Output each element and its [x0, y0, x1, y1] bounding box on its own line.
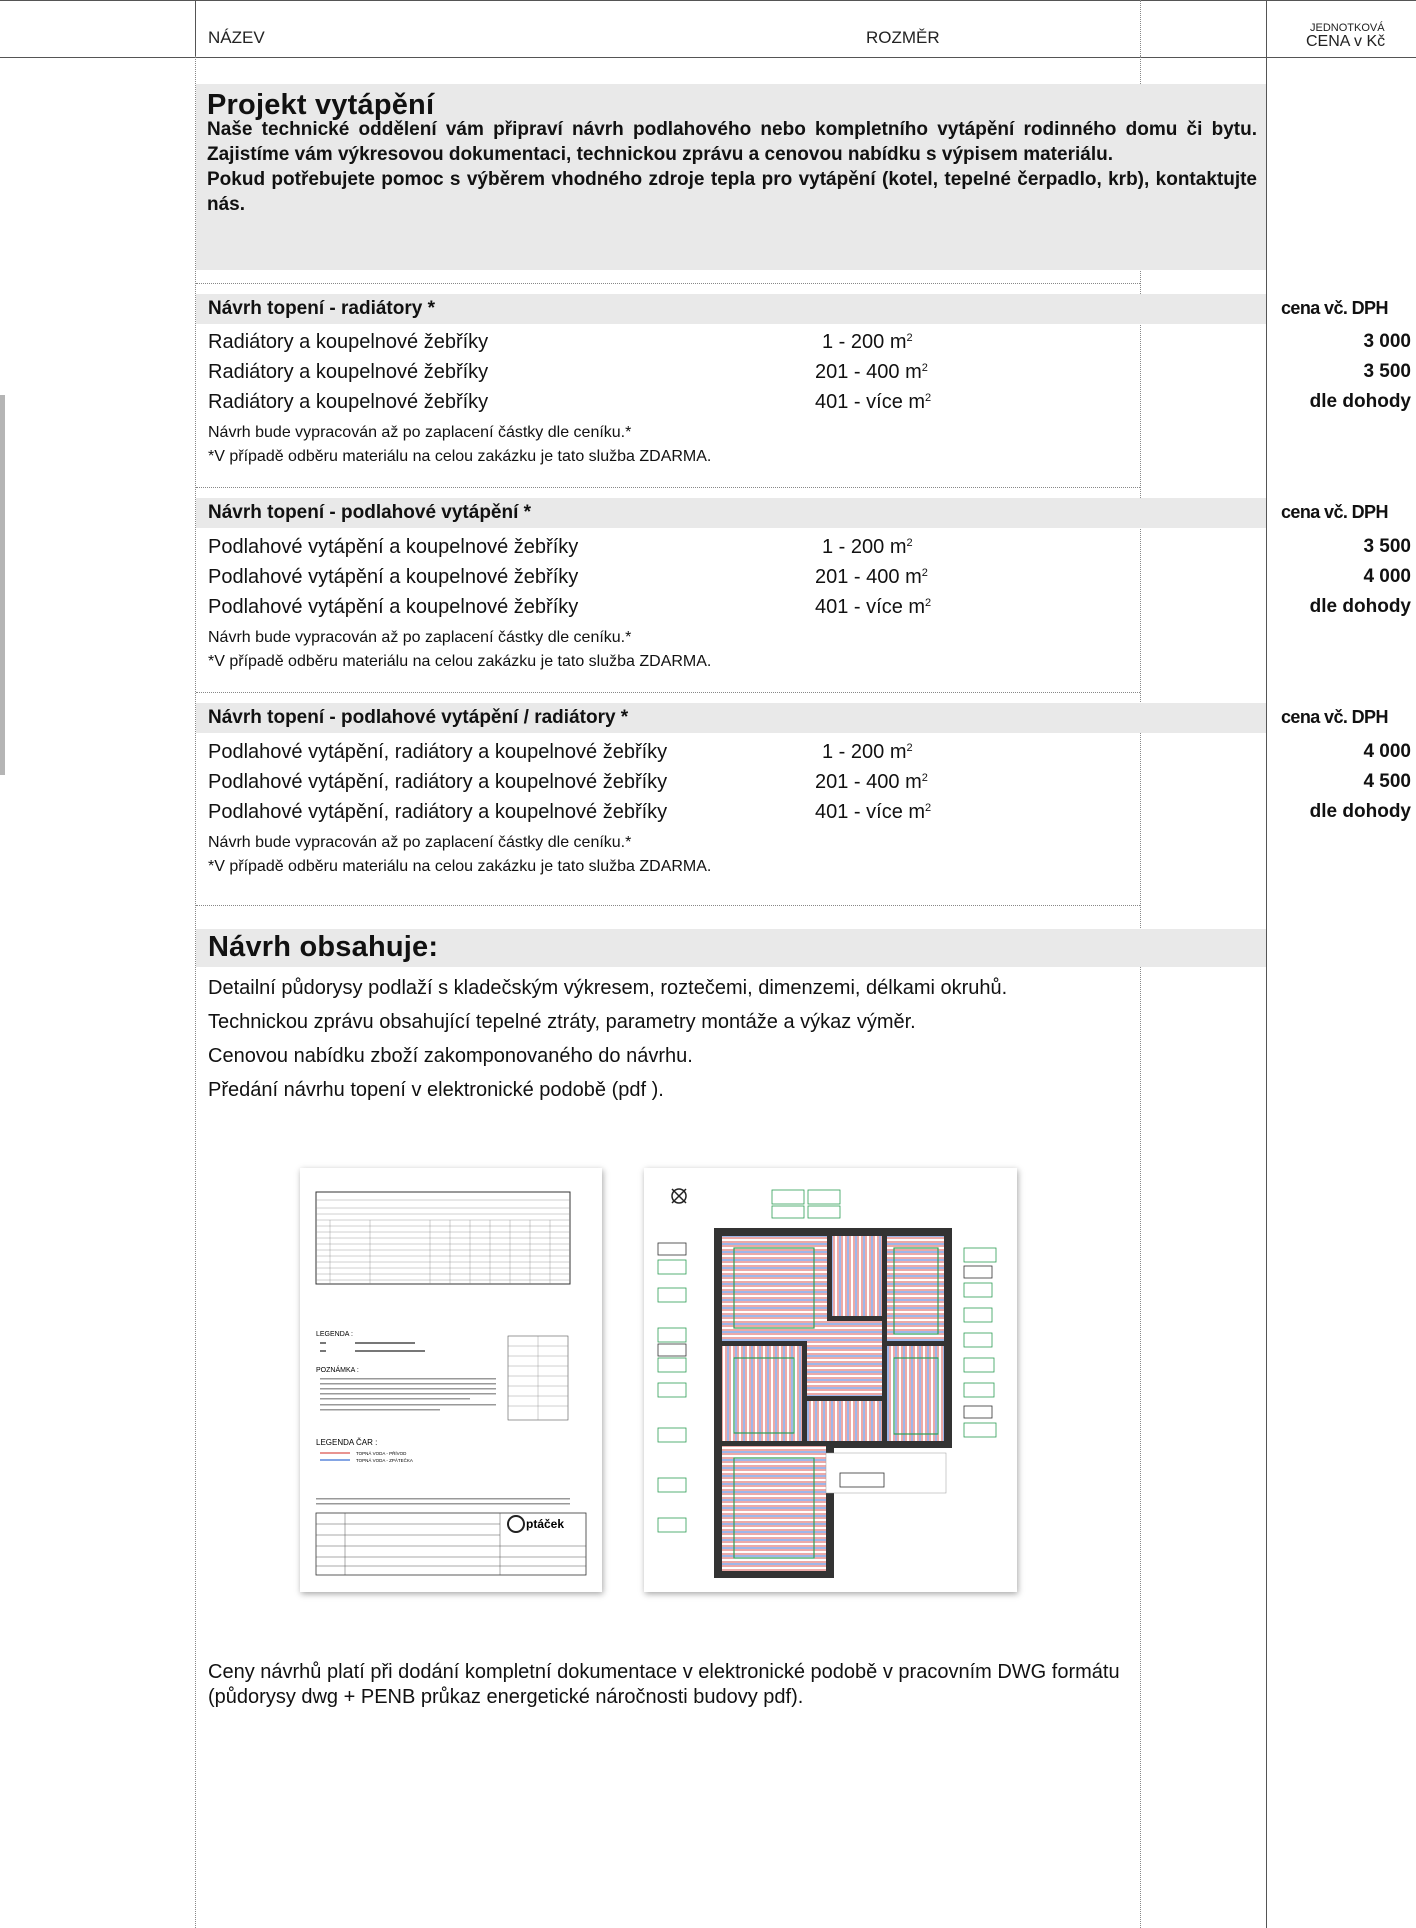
row-separator [196, 905, 1140, 906]
floorplan-drawing [657, 1188, 997, 1578]
project-intro-paragraph: Naše technické oddělení vám připraví náv… [207, 119, 1257, 165]
contents-title: Návrh obsahuje: [208, 931, 439, 963]
row-name: Radiátory a koupelnové žebříky [208, 361, 489, 383]
row-name: Podlahové vytápění a koupelnové žebříky [208, 536, 579, 558]
section-title: Návrh topení - radiátory * [208, 298, 435, 319]
row-price: dle dohody [1309, 801, 1411, 822]
row-separator [196, 692, 1140, 693]
contents-item: Technickou zprávu obsahující tepelné ztr… [208, 1011, 916, 1033]
row-price: 4 500 [1363, 771, 1411, 792]
sample-report-image: LEGENDA : POZNÁMKA : LEGENDA ČAR : TOPNÁ… [300, 1168, 602, 1592]
section-note: Návrh bude vypracován až po zaplacení čá… [208, 629, 632, 646]
project-intro-paragraph: Pokud potřebujete pomoc s výběrem vhodné… [207, 169, 1257, 215]
row-price: dle dohody [1309, 596, 1411, 617]
row-name: Radiátory a koupelnové žebříky [208, 391, 489, 413]
row-size: 1 - 200 m2 [822, 331, 913, 353]
supply-line-label: TOPNÁ VODA - PŘÍVOD [356, 1449, 407, 1456]
price-header: cena vč. DPH [1281, 298, 1388, 318]
contents-item: Cenovou nabídku zboží zakomponovaného do… [208, 1045, 693, 1067]
row-size: 1 - 200 m2 [822, 741, 913, 763]
legend-title: LEGENDA : [316, 1331, 353, 1338]
row-name: Podlahové vytápění, radiátory a koupelno… [208, 771, 668, 793]
row-size: 401 - více m2 [815, 801, 932, 823]
section-note: Návrh bude vypracován až po zaplacení čá… [208, 424, 632, 441]
row-size: 201 - 400 m2 [815, 566, 928, 588]
row-size: 201 - 400 m2 [815, 771, 928, 793]
return-line-label: TOPNÁ VODA - ZPÁTEČKA [356, 1457, 413, 1463]
column-guide [1266, 56, 1267, 1928]
row-price: 3 500 [1363, 536, 1411, 557]
left-edge-bar [0, 395, 5, 775]
row-price: 4 000 [1363, 566, 1411, 587]
contents-item: Předání návrhu topení v elektronické pod… [208, 1079, 664, 1101]
row-price: 4 000 [1363, 741, 1411, 762]
row-name: Podlahové vytápění, radiátory a koupelno… [208, 801, 668, 823]
row-size: 201 - 400 m2 [815, 361, 928, 383]
notes-title: POZNÁMKA : [316, 1365, 359, 1374]
column-divider [1140, 0, 1141, 56]
row-separator [196, 283, 1140, 284]
sample-floorplan-image [644, 1168, 1017, 1592]
section-title: Návrh topení - podlahové vytápění / radi… [208, 707, 629, 728]
table-header: NÁZEV ROZMĚR JEDNOTKOVÁ CENA v Kč [0, 0, 1416, 58]
row-size: 1 - 200 m2 [822, 536, 913, 558]
pricing-footnote: Ceny návrhů platí při dodání kompletní d… [208, 1661, 1120, 1708]
row-price: 3 000 [1363, 331, 1411, 352]
price-header: cena vč. DPH [1281, 707, 1388, 727]
section-title: Návrh topení - podlahové vytápění * [208, 502, 532, 523]
logo-text: ptáček [526, 1517, 564, 1531]
column-header-name: NÁZEV [208, 28, 265, 47]
price-header: cena vč. DPH [1281, 502, 1388, 522]
row-name: Radiátory a koupelnové žebříky [208, 331, 489, 353]
column-divider [1266, 0, 1267, 56]
row-size: 401 - více m2 [815, 391, 932, 413]
column-guide [195, 56, 196, 1928]
row-price: dle dohody [1309, 391, 1411, 412]
report-sheet-drawing: LEGENDA : POZNÁMKA : LEGENDA ČAR : TOPNÁ… [315, 1191, 587, 1576]
column-guide [1140, 56, 1141, 1928]
row-price: 3 500 [1363, 361, 1411, 382]
column-header-size: ROZMĚR [866, 28, 940, 47]
contents-item: Detailní půdorysy podlaží s kladečským v… [208, 977, 1008, 999]
column-header-price-line2: CENA v Kč [1306, 33, 1386, 50]
line-legend-title: LEGENDA ČAR : [316, 1438, 377, 1447]
section-note: *V případě odběru materiálu na celou zak… [208, 653, 712, 670]
project-intro: Naše technické oddělení vám připraví náv… [207, 117, 1257, 217]
column-divider [195, 0, 196, 56]
row-size: 401 - více m2 [815, 596, 932, 618]
row-name: Podlahové vytápění a koupelnové žebříky [208, 566, 579, 588]
section-note: *V případě odběru materiálu na celou zak… [208, 858, 712, 875]
section-note: *V případě odběru materiálu na celou zak… [208, 448, 712, 465]
row-name: Podlahové vytápění a koupelnové žebříky [208, 596, 579, 618]
row-separator [196, 487, 1140, 488]
row-name: Podlahové vytápění, radiátory a koupelno… [208, 741, 668, 763]
section-note: Návrh bude vypracován až po zaplacení čá… [208, 834, 632, 851]
